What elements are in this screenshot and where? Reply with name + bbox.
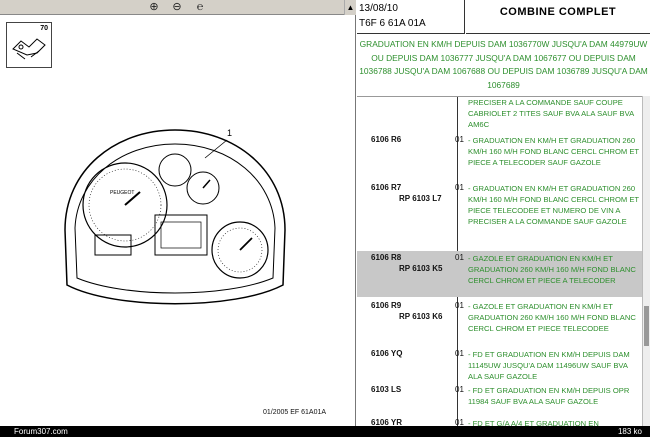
scrollbar-thumb[interactable]: [644, 306, 649, 346]
part-replacement-reference: RP 6103 K5: [399, 264, 443, 273]
list-item[interactable]: 6106 R9 RP 6103 K6 01 - GAZOLE ET GRADUA…: [357, 299, 642, 345]
part-quantity: 01: [455, 301, 464, 310]
zoom-in-icon[interactable]: ⊕: [147, 1, 161, 14]
header-code: T6F 6 61A 01A: [359, 18, 426, 29]
part-description: - FD ET GRADUATION EN KM/H DEPUIS DAM 11…: [468, 350, 630, 381]
toolbar-scroll-arrow[interactable]: ▲: [344, 0, 356, 15]
part-reference: 6106 R7: [371, 183, 402, 192]
part-quantity: 01: [455, 385, 464, 394]
parts-list-pane: 13/08/10 T6F 6 61A 01A COMBINE COMPLET G…: [357, 0, 650, 426]
list-item[interactable]: 6103 LS 01 - FD ET GRADUATION EN KM/H DE…: [357, 383, 642, 417]
part-description: PRECISER A LA COMMANDE SAUF COUPE CABRIO…: [468, 98, 634, 129]
part-reference: 6106 R6: [371, 135, 402, 144]
part-description: - GAZOLE ET GRADUATION EN KM/H ET GRADUA…: [468, 302, 636, 333]
list-item[interactable]: 6106 R6 01 - GRADUATION EN KM/H ET GRADU…: [357, 133, 642, 177]
part-replacement-reference: RP 6103 L7: [399, 194, 442, 203]
list-item-selected[interactable]: 6106 R8 RP 6103 K5 01 - GAZOLE ET GRADUA…: [357, 251, 642, 297]
parts-list: PRECISER A LA COMMANDE SAUF COUPE CABRIO…: [357, 96, 642, 426]
vertical-scrollbar[interactable]: [642, 96, 650, 426]
viewer-toolbar: ⊕ ⊖ ℮ ▲: [0, 0, 356, 15]
graduation-note: GRADUATION EN KM/H DEPUIS DAM 1036770W J…: [359, 39, 648, 90]
file-size: 183 ko: [617, 427, 642, 436]
part-reference: 6106 R8: [371, 253, 402, 262]
callout-number: 1: [227, 128, 232, 138]
gauge-brand-label: PEUGEOT: [110, 190, 134, 196]
part-quantity: 01: [455, 183, 464, 192]
list-item[interactable]: 6106 R7 RP 6103 L7 01 - GRADUATION EN KM…: [357, 181, 642, 251]
part-reference: 6106 YR: [371, 418, 402, 426]
instrument-cluster-drawing: 1 PEUGEOT: [64, 128, 286, 305]
thumbnail-number: 70: [40, 25, 48, 32]
zoom-reset-icon[interactable]: ℮: [193, 1, 207, 14]
part-quantity: 01: [455, 135, 464, 144]
part-reference: 6106 R9: [371, 301, 402, 310]
page-title: COMBINE COMPLET: [466, 0, 650, 34]
part-quantity: 01: [455, 253, 464, 262]
part-description: - FD ET G/A A/4 ET GRADUATION EN: [468, 419, 599, 426]
header-date: 13/08/10: [359, 3, 398, 14]
site-watermark: Forum307.com: [14, 427, 68, 436]
part-description: - GRADUATION EN KM/H ET GRADUATION 260 K…: [468, 136, 639, 167]
zoom-out-icon[interactable]: ⊖: [170, 1, 184, 14]
header-info: 13/08/10 T6F 6 61A 01A: [357, 0, 465, 34]
list-item[interactable]: 6106 YQ 01 - FD ET GRADUATION EN KM/H DE…: [357, 347, 642, 381]
status-bar: Forum307.com 183 ko: [0, 426, 650, 437]
part-reference: 6103 LS: [371, 385, 402, 394]
part-quantity: 01: [455, 418, 464, 426]
illustration-pane: ⊕ ⊖ ℮ ▲ 70 1 PEUGEOT 01/2005 EF 61A01A: [0, 0, 356, 426]
group-thumbnail[interactable]: 70: [6, 22, 52, 68]
part-description: - GRADUATION EN KM/H ET GRADUATION 260 K…: [468, 184, 639, 226]
list-item[interactable]: 6106 YR 01 - FD ET G/A A/4 ET GRADUATION…: [357, 417, 642, 426]
part-reference: 6106 YQ: [371, 349, 403, 358]
list-item[interactable]: PRECISER A LA COMMANDE SAUF COUPE CABRIO…: [357, 97, 642, 131]
part-replacement-reference: RP 6103 K6: [399, 312, 443, 321]
figure-reference: 01/2005 EF 61A01A: [263, 409, 327, 416]
part-description: - FD ET GRADUATION EN KM/H DEPUIS OPR 11…: [468, 386, 630, 406]
part-quantity: 01: [455, 349, 464, 358]
part-description: - GAZOLE ET GRADUATION EN KM/H ET GRADUA…: [468, 254, 636, 285]
